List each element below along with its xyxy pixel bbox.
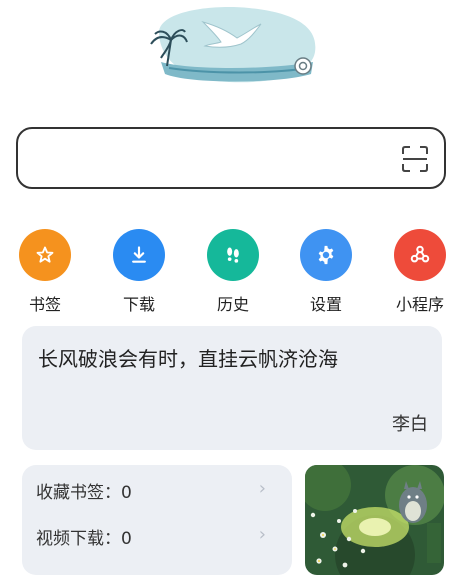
- footprints-icon: [207, 229, 259, 281]
- search-input[interactable]: [32, 143, 396, 175]
- quick-action-label: 小程序: [395, 295, 444, 314]
- mini-program-icon: [394, 229, 446, 281]
- gear-icon: [300, 229, 352, 281]
- search-box[interactable]: [16, 127, 446, 189]
- quick-action-mini-programs[interactable]: 小程序: [390, 229, 450, 315]
- stats-card: 收藏书签：0 › 视频下载：0 ›: [22, 465, 292, 575]
- poem-author: 李白: [392, 414, 428, 435]
- quick-action-history[interactable]: 历史: [203, 229, 263, 315]
- star-icon: [19, 229, 71, 281]
- poem-card[interactable]: 长风破浪会有时，直挂云帆济沧海 李白: [22, 326, 442, 450]
- quick-action-label: 历史: [216, 295, 249, 314]
- chevron-right-icon: ›: [258, 478, 266, 499]
- totoro-artwork-image[interactable]: [305, 465, 444, 575]
- chevron-right-icon: ›: [258, 524, 266, 545]
- scan-icon[interactable]: [402, 146, 428, 172]
- quick-action-downloads[interactable]: 下载: [109, 229, 169, 315]
- seagull-logo: [149, 4, 317, 86]
- poem-text: 长风破浪会有时，直挂云帆济沧海: [38, 347, 338, 371]
- bookmark-count-row[interactable]: 收藏书签：0 ›: [36, 478, 278, 503]
- quick-action-bookmarks[interactable]: 书签: [15, 229, 75, 315]
- bookmark-count-label: 收藏书签：0: [36, 483, 132, 503]
- video-download-count-label: 视频下载：0: [36, 529, 132, 549]
- video-download-count-row[interactable]: 视频下载：0 ›: [36, 524, 278, 549]
- quick-action-label: 设置: [309, 295, 342, 314]
- download-icon: [113, 229, 165, 281]
- quick-action-label: 下载: [122, 295, 155, 314]
- quick-action-label: 书签: [28, 295, 61, 314]
- quick-action-settings[interactable]: 设置: [296, 229, 356, 315]
